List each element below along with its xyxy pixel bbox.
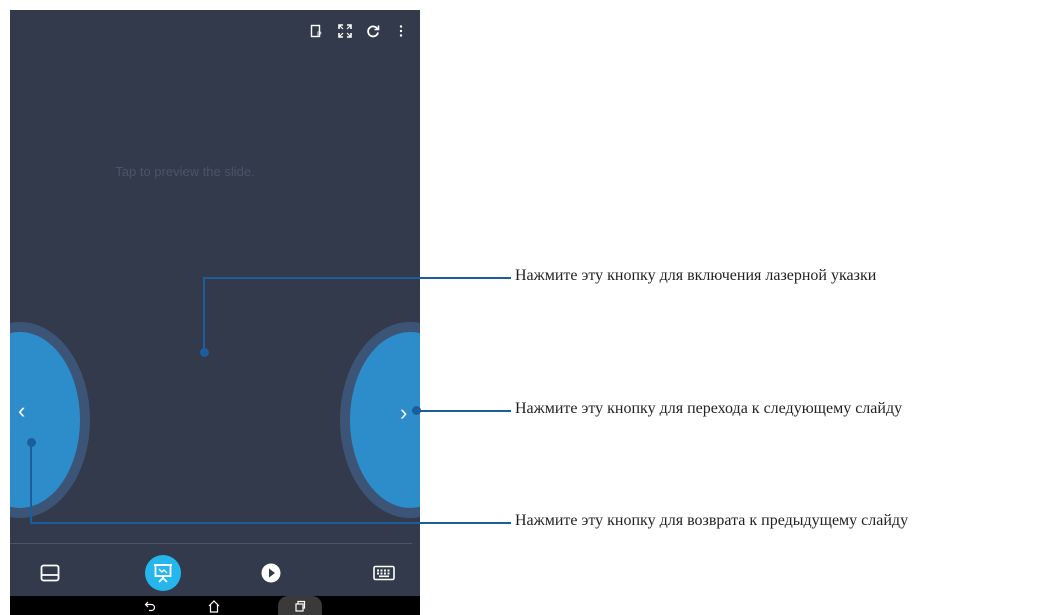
- next-callout-text: Нажмите эту кнопку для перехода к следую…: [515, 400, 903, 417]
- prev-callout-text: Нажмите эту кнопку для возврата к предыд…: [515, 512, 909, 529]
- next-callout-horizontal-line: [416, 410, 511, 412]
- bottom-toolbar: [10, 551, 420, 595]
- chevron-right-icon: ›: [400, 400, 408, 425]
- play-icon: [261, 563, 281, 583]
- laser-callout-horizontal-line: [203, 277, 511, 279]
- tab-touchpad[interactable]: [30, 551, 70, 595]
- svg-text:P: P: [317, 32, 322, 39]
- active-tab-indicator: [145, 555, 181, 591]
- laser-pointer-icon[interactable]: P: [310, 24, 324, 38]
- chevron-left-icon: ‹: [18, 398, 26, 423]
- prev-callout-vertical-line: [30, 442, 32, 524]
- recents-icon[interactable]: [278, 596, 322, 615]
- more-vertical-icon[interactable]: [394, 24, 408, 38]
- home-icon[interactable]: [204, 596, 224, 615]
- toolbar-divider: [10, 543, 412, 544]
- phone-screen[interactable]: P Tap to preview the slide. ‹ ›: [10, 10, 420, 615]
- tab-presentation[interactable]: [141, 551, 185, 595]
- laser-callout-vertical-line: [203, 277, 205, 352]
- back-icon[interactable]: [140, 596, 160, 615]
- top-toolbar: P: [310, 24, 408, 38]
- system-navigation-bar: [10, 596, 420, 615]
- fullscreen-icon[interactable]: [338, 24, 352, 38]
- keyboard-icon: [373, 565, 395, 581]
- touchpad-icon: [40, 564, 60, 582]
- refresh-icon[interactable]: [366, 24, 380, 38]
- presentation-icon: [154, 564, 172, 583]
- tab-play[interactable]: [251, 551, 291, 595]
- slide-preview-hint[interactable]: Tap to preview the slide.: [10, 164, 360, 179]
- prev-callout-horizontal-line: [30, 522, 511, 524]
- tab-keyboard[interactable]: [362, 551, 406, 595]
- laser-callout-text: Нажмите эту кнопку для включения лазерно…: [515, 267, 877, 284]
